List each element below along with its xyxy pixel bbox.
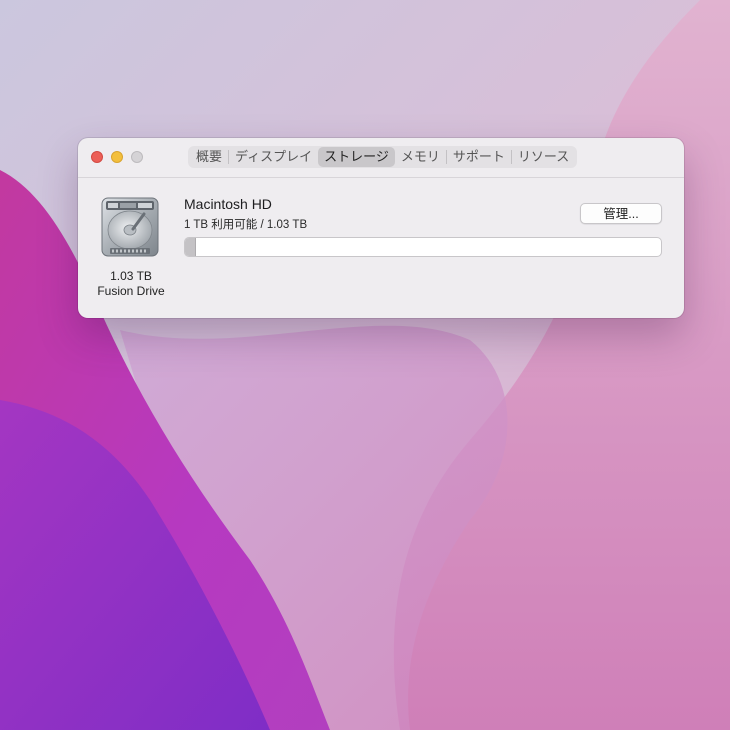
storage-used-segment [185,238,196,256]
drive-capacity: 1.03 TB [110,269,152,283]
tab-displays[interactable]: ディスプレイ [229,147,318,167]
desktop-wallpaper [0,0,730,730]
manage-button[interactable]: 管理... [580,203,662,224]
tab-bar: 概要 ディスプレイ ストレージ メモリ サポート リソース [188,146,578,168]
close-window-button[interactable] [91,151,103,163]
volume-capacity-info: 1 TB 利用可能 / 1.03 TB [184,219,308,231]
tab-memory[interactable]: メモリ [395,147,446,167]
zoom-window-button[interactable] [131,151,143,163]
tab-resources[interactable]: リソース [512,147,575,167]
about-this-mac-window: 概要 ディスプレイ ストレージ メモリ サポート リソース 1.03 TB Fu… [78,138,684,318]
drive-type: Fusion Drive [97,284,165,298]
title-bar: 概要 ディスプレイ ストレージ メモリ サポート リソース [78,138,684,178]
tab-overview[interactable]: 概要 [190,147,228,167]
storage-usage-bar [184,237,662,257]
tab-storage[interactable]: ストレージ [318,147,395,167]
tab-support[interactable]: サポート [447,147,511,167]
hard-drive-icon [101,197,159,257]
minimize-window-button[interactable] [111,151,123,163]
volume-name: Macintosh HD [184,196,272,212]
